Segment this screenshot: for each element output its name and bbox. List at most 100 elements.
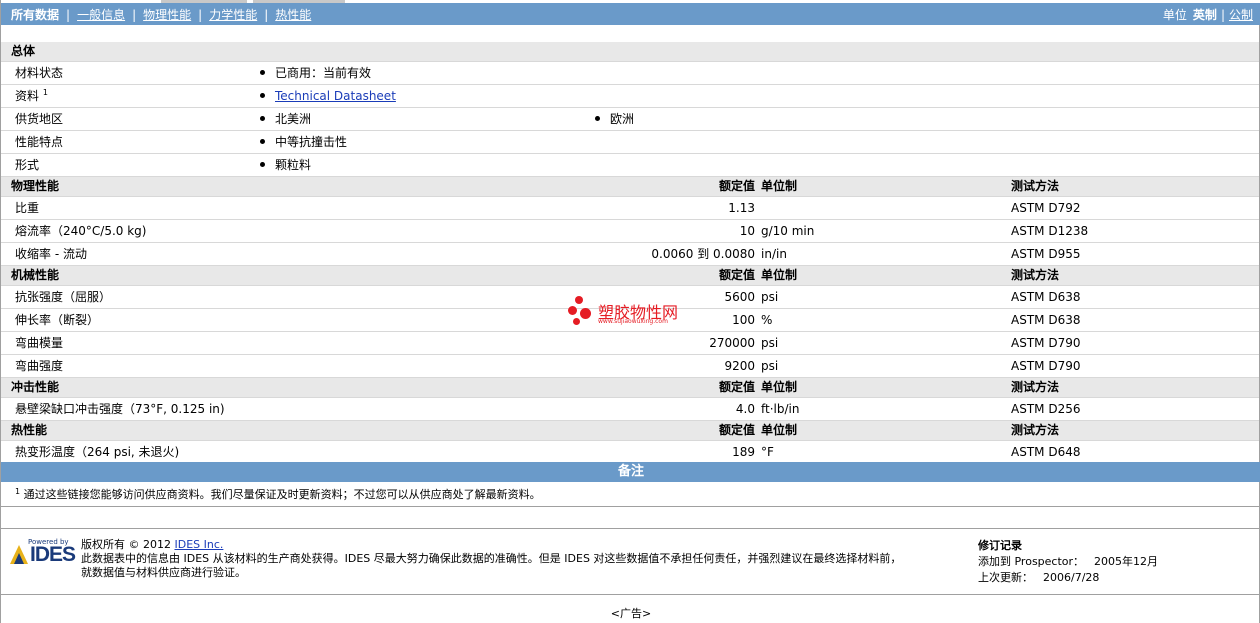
property-value: 270000 bbox=[709, 336, 755, 350]
section-header-impact: 冲击性能 额定值 单位制 测试方法 bbox=[1, 378, 1259, 398]
unit-separator: | bbox=[1220, 7, 1225, 22]
col-header-unit: 单位制 bbox=[761, 423, 798, 437]
bullet-icon bbox=[260, 70, 265, 75]
nav-all-data[interactable]: 所有数据 bbox=[11, 6, 59, 23]
disclaimer-line-2: 就数据值与材料供应商进行验证。 bbox=[81, 566, 246, 579]
section-nav: 所有数据 | 一般信息 | 物理性能 | 力学性能 | 热性能 bbox=[11, 6, 311, 23]
property-name: 比重 bbox=[15, 201, 40, 215]
footnote-text: 通过这些链接您能够访问供应商资料。我们尽量保证及时更新资料；不过您可以从供应商处… bbox=[23, 488, 541, 501]
table-row: 弯曲模量 270000 psi ASTM D790 bbox=[1, 332, 1259, 355]
revision-history: 修订记录 添加到 Prospector： 2005年12月 上次更新： 2006/7… bbox=[978, 538, 1158, 586]
bullet-icon bbox=[260, 162, 265, 167]
property-unit: psi bbox=[761, 290, 779, 304]
section-title: 物理性能 bbox=[11, 179, 60, 193]
property-unit: in/in bbox=[761, 247, 787, 261]
property-unit: % bbox=[761, 313, 773, 327]
revision-updated: 上次更新： 2006/7/28 bbox=[978, 571, 1100, 584]
nav-mechanical[interactable]: 力学性能 bbox=[209, 6, 257, 23]
property-value: 0.0060 到 0.0080 bbox=[651, 247, 755, 261]
property-name: 供货地区 bbox=[15, 112, 64, 126]
watermark-url: www.sujiaowuxing.com bbox=[598, 318, 668, 325]
nav-separator: | bbox=[132, 7, 137, 22]
table-row: 资料 1 Technical Datasheet bbox=[1, 85, 1259, 108]
property-value: 已商用：当前有效 bbox=[260, 62, 371, 84]
col-header-value: 额定值 bbox=[718, 179, 755, 193]
property-value: 10 bbox=[739, 224, 755, 238]
unit-metric[interactable]: 公制 bbox=[1229, 6, 1253, 23]
nav-general-info[interactable]: 一般信息 bbox=[77, 6, 125, 23]
property-value: 欧洲 bbox=[595, 108, 634, 130]
col-header-value: 额定值 bbox=[718, 268, 755, 282]
copyright-block: 版权所有 © 2012 IDES Inc. 此数据表中的信息由 IDES 从该材… bbox=[81, 538, 961, 580]
test-method: ASTM D256 bbox=[1011, 402, 1081, 416]
unit-english[interactable]: 英制 bbox=[1193, 6, 1217, 23]
property-name: 形式 bbox=[15, 158, 40, 172]
table-row: 收缩率 - 流动 0.0060 到 0.0080 in/in ASTM D955 bbox=[1, 243, 1259, 266]
bullet-icon bbox=[260, 93, 265, 98]
table-row: 热变形温度（264 psi, 未退火) 189 °F ASTM D648 bbox=[1, 441, 1259, 464]
copyright-line: 版权所有 © 2012 IDES Inc. bbox=[81, 538, 224, 551]
col-header-unit: 单位制 bbox=[761, 268, 798, 282]
ides-logo-icon bbox=[10, 545, 28, 564]
revision-title: 修订记录 bbox=[978, 539, 1022, 552]
property-name: 伸长率（断裂） bbox=[15, 313, 100, 327]
ides-company-link[interactable]: IDES Inc. bbox=[174, 538, 223, 551]
property-name: 悬壁梁缺口冲击强度（73°F, 0.125 in) bbox=[15, 402, 225, 416]
property-value: Technical Datasheet bbox=[260, 85, 396, 107]
property-unit: g/10 min bbox=[761, 224, 815, 238]
ides-logo: Powered by IDES bbox=[8, 538, 76, 568]
test-method: ASTM D648 bbox=[1011, 445, 1081, 459]
section-header-physical: 物理性能 额定值 单位制 测试方法 bbox=[1, 177, 1259, 197]
test-method: ASTM D790 bbox=[1011, 359, 1081, 373]
test-method: ASTM D790 bbox=[1011, 336, 1081, 350]
table-row: 比重 1.13 ASTM D792 bbox=[1, 197, 1259, 220]
property-value: 中等抗撞击性 bbox=[260, 131, 347, 153]
table-row: 性能特点 中等抗撞击性 bbox=[1, 131, 1259, 154]
property-name: 性能特点 bbox=[15, 135, 64, 149]
col-header-method: 测试方法 bbox=[1011, 268, 1060, 282]
col-header-value: 额定值 bbox=[718, 380, 755, 394]
divider bbox=[1, 594, 1260, 595]
property-value: 1.13 bbox=[728, 201, 755, 215]
technical-datasheet-link[interactable]: Technical Datasheet bbox=[275, 89, 396, 103]
nav-thermal[interactable]: 热性能 bbox=[275, 6, 311, 23]
property-unit: psi bbox=[761, 359, 779, 373]
table-row: 悬壁梁缺口冲击强度（73°F, 0.125 in) 4.0 ft·lb/in A… bbox=[1, 398, 1259, 421]
property-name: 弯曲模量 bbox=[15, 336, 64, 350]
nav-bar: 所有数据 | 一般信息 | 物理性能 | 力学性能 | 热性能 单位 英制 | … bbox=[1, 3, 1260, 25]
table-row: 供货地区 北美洲 欧洲 bbox=[1, 108, 1259, 131]
table-row: 形式 颗粒料 bbox=[1, 154, 1259, 177]
site-watermark: 塑胶物性网 www.sujiaowuxing.com bbox=[568, 296, 708, 330]
property-value: 4.0 bbox=[735, 402, 755, 416]
footnote-marker: 1 bbox=[42, 88, 48, 97]
property-name: 收缩率 - 流动 bbox=[15, 247, 87, 261]
section-title: 冲击性能 bbox=[11, 380, 60, 394]
section-header-thermal: 热性能 额定值 单位制 测试方法 bbox=[1, 421, 1259, 441]
unit-switcher: 单位 英制 | 公制 bbox=[1163, 6, 1253, 23]
watermark-logo-icon bbox=[568, 296, 596, 326]
footnote-marker: 1 bbox=[15, 487, 21, 496]
divider bbox=[1, 506, 1260, 507]
bullet-icon bbox=[260, 116, 265, 121]
ides-wordmark: IDES bbox=[30, 543, 76, 566]
test-method: ASTM D638 bbox=[1011, 313, 1081, 327]
col-header-unit: 单位制 bbox=[761, 179, 798, 193]
nav-physical[interactable]: 物理性能 bbox=[143, 6, 191, 23]
datasheet-page: 所有数据 | 一般信息 | 物理性能 | 力学性能 | 热性能 单位 英制 | … bbox=[0, 0, 1260, 623]
bullet-icon bbox=[595, 116, 600, 121]
section-header-general: 总体 bbox=[1, 42, 1259, 62]
section-title: 热性能 bbox=[11, 423, 48, 437]
col-header-method: 测试方法 bbox=[1011, 423, 1060, 437]
property-value: 100 bbox=[732, 313, 755, 327]
property-name: 弯曲强度 bbox=[15, 359, 64, 373]
col-header-method: 测试方法 bbox=[1011, 179, 1060, 193]
nav-separator: | bbox=[264, 7, 269, 22]
table-row: 材料状态 已商用：当前有效 bbox=[1, 62, 1259, 85]
property-value: 颗粒料 bbox=[260, 154, 311, 176]
property-name: 资料 1 bbox=[15, 88, 48, 103]
test-method: ASTM D1238 bbox=[1011, 224, 1089, 238]
col-header-method: 测试方法 bbox=[1011, 380, 1060, 394]
advertisement-label: <广告> bbox=[610, 607, 652, 620]
section-header-mechanical: 机械性能 额定值 单位制 测试方法 bbox=[1, 266, 1259, 286]
test-method: ASTM D955 bbox=[1011, 247, 1081, 261]
